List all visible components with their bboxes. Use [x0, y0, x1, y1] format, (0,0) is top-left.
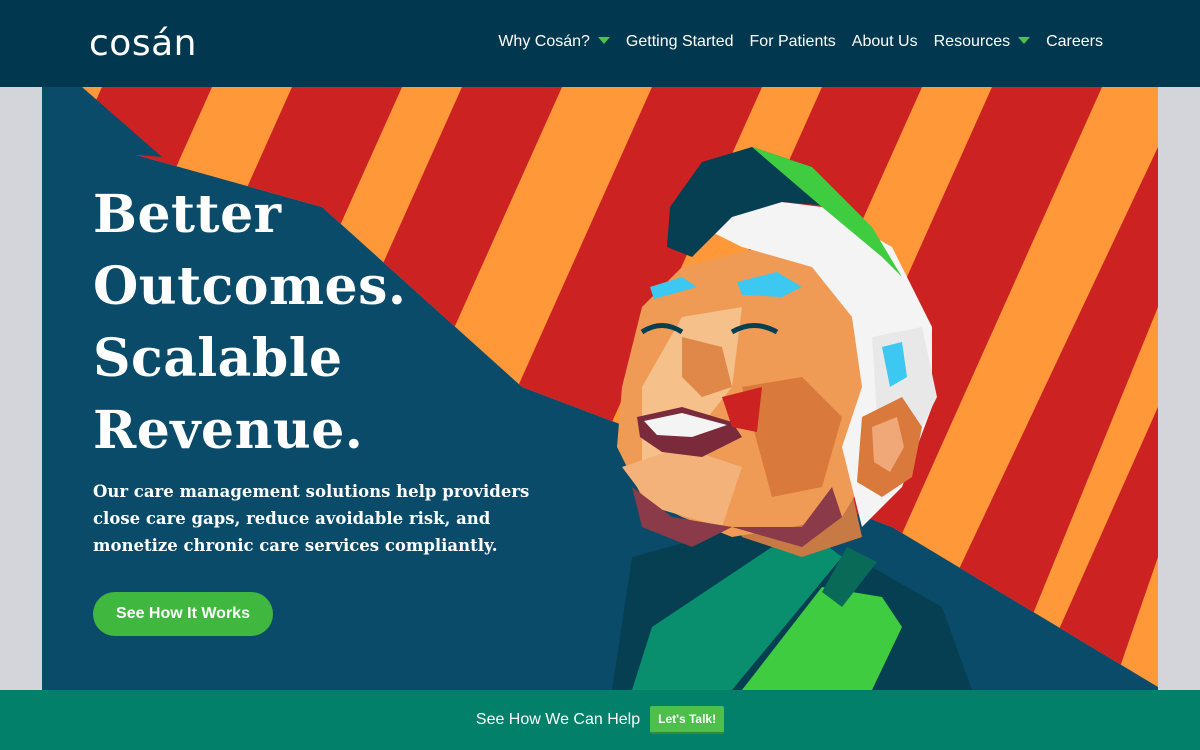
lets-talk-button[interactable]: Let's Talk! [650, 706, 725, 734]
cosan-logo[interactable]: cosán [89, 22, 197, 66]
help-cta-text: See How We Can Help [475, 711, 641, 728]
chevron-down-icon [597, 36, 610, 44]
nav-resources[interactable]: Resources [933, 32, 1031, 52]
nav-careers[interactable]: Careers [1046, 32, 1103, 52]
main-nav: Why Cosán? Getting Started For Patients … [498, 32, 1103, 52]
see-how-it-works-button[interactable]: See How It Works [93, 592, 273, 636]
help-cta-bar: See How We Can Help Let's Talk! [0, 690, 1200, 750]
top-navigation-bar: cosán Why Cosán? Getting Started For Pat… [0, 0, 1200, 87]
headline-line: Outcomes. [93, 256, 407, 317]
nav-why-cosan[interactable]: Why Cosán? [498, 32, 610, 52]
hero-subcopy: Our care management solutions help provi… [93, 482, 530, 555]
nav-getting-started[interactable]: Getting Started [626, 32, 734, 52]
nav-resources-label: Resources [933, 33, 1011, 50]
headline-line: Revenue. [93, 400, 364, 461]
nav-about-us-label: About Us [851, 33, 918, 50]
hero-banner: Better Outcomes. Scalable Revenue. Our c… [42, 87, 1158, 690]
nav-careers-label: Careers [1046, 33, 1103, 50]
nav-about-us[interactable]: About Us [852, 32, 918, 52]
nav-getting-started-label: Getting Started [625, 33, 734, 50]
nav-why-cosan-label: Why Cosán? [498, 33, 590, 50]
nav-for-patients[interactable]: For Patients [750, 32, 836, 52]
chevron-down-icon [1018, 36, 1031, 44]
headline-line: Better [93, 184, 282, 245]
hero-headline: Better Outcomes. Scalable Revenue. [93, 179, 406, 467]
nav-for-patients-label: For Patients [749, 33, 836, 50]
headline-line: Scalable [93, 328, 343, 389]
